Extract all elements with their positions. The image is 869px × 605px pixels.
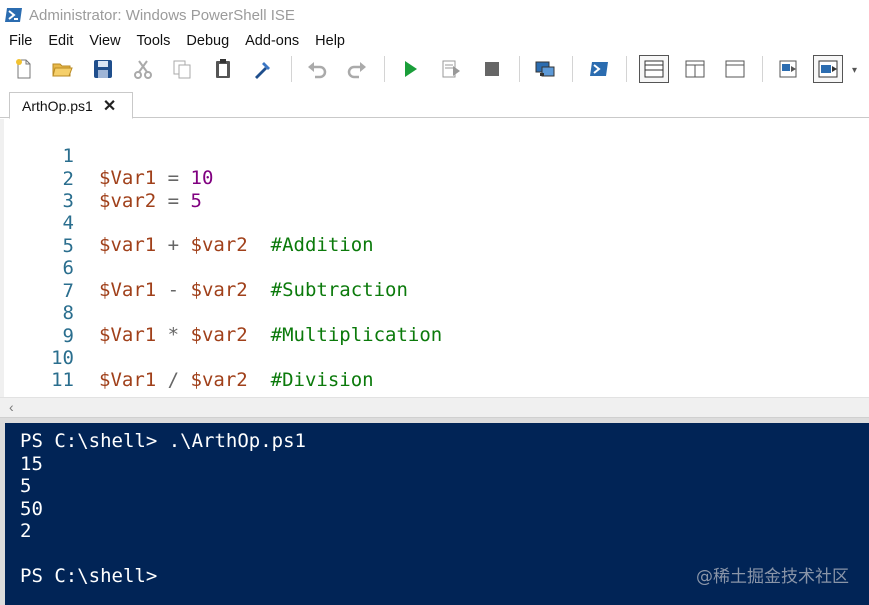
undo-icon[interactable] xyxy=(304,55,330,83)
stop-icon[interactable] xyxy=(479,55,505,83)
operator-token: + xyxy=(156,234,191,256)
tab-arthop[interactable]: ArthOp.ps1 ✕ xyxy=(9,92,133,119)
variable-token: $var1 xyxy=(99,234,157,256)
code-line: 11 xyxy=(4,347,74,391)
toolbar: ▾ xyxy=(0,52,869,87)
console-line: 2 xyxy=(20,520,32,542)
menu-bar: File Edit View Tools Debug Add-ons Help xyxy=(0,30,869,52)
variable-token: $var2 xyxy=(190,324,248,346)
show-script-pane-top-icon[interactable] xyxy=(639,55,669,83)
operator-token: = xyxy=(156,167,191,189)
redo-icon[interactable] xyxy=(344,55,370,83)
menu-edit[interactable]: Edit xyxy=(40,30,81,52)
code-line: 5 xyxy=(4,213,74,257)
variable-token: $Var1 xyxy=(99,167,157,189)
code-line: 6 $Var1 - $var2 #Subtraction xyxy=(4,235,408,301)
code-line: 7 xyxy=(4,258,74,302)
variable-token: $Var1 xyxy=(99,324,157,346)
operator-token: = xyxy=(156,190,191,212)
code-line: 9 xyxy=(4,303,74,347)
code-line: 3 xyxy=(4,168,74,212)
console-prompt[interactable]: PS C:\shell> xyxy=(20,565,157,587)
console-line: 50 xyxy=(20,498,43,520)
tab-strip: ArthOp.ps1 ✕ xyxy=(0,87,869,119)
console-line: 5 xyxy=(20,475,32,497)
variable-token: $var2 xyxy=(190,369,248,391)
code-line: 8 $Var1 * $var2 #Multiplication xyxy=(4,280,443,346)
line-number: 11 xyxy=(51,369,74,391)
run-script-icon[interactable] xyxy=(397,55,423,83)
menu-help[interactable]: Help xyxy=(307,30,353,52)
number-token: 5 xyxy=(190,190,202,212)
toolbar-overflow-icon[interactable]: ▾ xyxy=(852,65,857,76)
code-line: 4 $var1 + $var2 #Addition xyxy=(4,190,374,256)
new-file-icon[interactable] xyxy=(11,55,37,83)
show-script-pane-maximized-icon[interactable] xyxy=(722,55,748,83)
menu-view[interactable]: View xyxy=(81,30,128,52)
paste-icon[interactable] xyxy=(210,55,236,83)
show-command-window-icon[interactable] xyxy=(775,55,801,83)
console-line: PS C:\shell> .\ArthOp.ps1 xyxy=(20,430,306,452)
code-line: 10 $Var1 / $var2 #Division xyxy=(4,325,373,391)
comment-token: #Division xyxy=(270,369,374,391)
pane-splitter[interactable]: ‹ xyxy=(0,397,869,418)
show-command-addon-icon[interactable] xyxy=(813,55,843,83)
variable-token: $var2 xyxy=(190,234,248,256)
number-token: 10 xyxy=(190,167,214,189)
console-line: 15 xyxy=(20,453,43,475)
chevron-left-icon[interactable]: ‹ xyxy=(9,399,14,415)
code-line: 2 $var2 = 5 xyxy=(4,146,202,212)
copy-icon[interactable] xyxy=(169,55,195,83)
variable-token: $Var1 xyxy=(99,279,157,301)
menu-debug[interactable]: Debug xyxy=(178,30,237,52)
console-pane[interactable]: PS C:\shell> .\ArthOp.ps1 15 5 50 2 PS C… xyxy=(0,418,869,605)
tab-label: ArthOp.ps1 xyxy=(22,97,93,114)
operator-token: - xyxy=(156,279,191,301)
code-line: 1 $Var1 = 10 xyxy=(4,123,214,189)
window-title: Administrator: Windows PowerShell ISE xyxy=(29,6,295,24)
comment-token: #Multiplication xyxy=(270,324,443,346)
menu-file[interactable]: File xyxy=(0,30,40,52)
variable-token: $var2 xyxy=(190,279,248,301)
comment-token: #Addition xyxy=(270,234,374,256)
variable-token: $Var1 xyxy=(99,369,157,391)
comment-token: #Subtraction xyxy=(270,279,408,301)
operator-token: * xyxy=(156,324,191,346)
menu-addons[interactable]: Add-ons xyxy=(237,30,307,52)
operator-token: / xyxy=(156,369,191,391)
remote-powershell-icon[interactable] xyxy=(532,55,558,83)
powershell-icon xyxy=(5,8,22,22)
save-icon[interactable] xyxy=(90,55,116,83)
start-powershell-icon[interactable] xyxy=(586,55,612,83)
menu-tools[interactable]: Tools xyxy=(129,30,179,52)
clear-console-icon[interactable] xyxy=(250,55,276,83)
script-editor[interactable]: 1 $Var1 = 10 2 $var2 = 5 3 4 $var1 + $va… xyxy=(0,119,869,397)
run-selection-icon[interactable] xyxy=(438,55,464,83)
title-bar: Administrator: Windows PowerShell ISE xyxy=(0,0,869,30)
open-folder-icon[interactable] xyxy=(49,55,75,83)
watermark: @稀土掘金技术社区 xyxy=(696,567,849,587)
show-script-pane-right-icon[interactable] xyxy=(682,55,708,83)
variable-token: $var2 xyxy=(99,190,157,212)
close-icon[interactable]: ✕ xyxy=(103,96,116,116)
cut-icon[interactable] xyxy=(130,55,156,83)
